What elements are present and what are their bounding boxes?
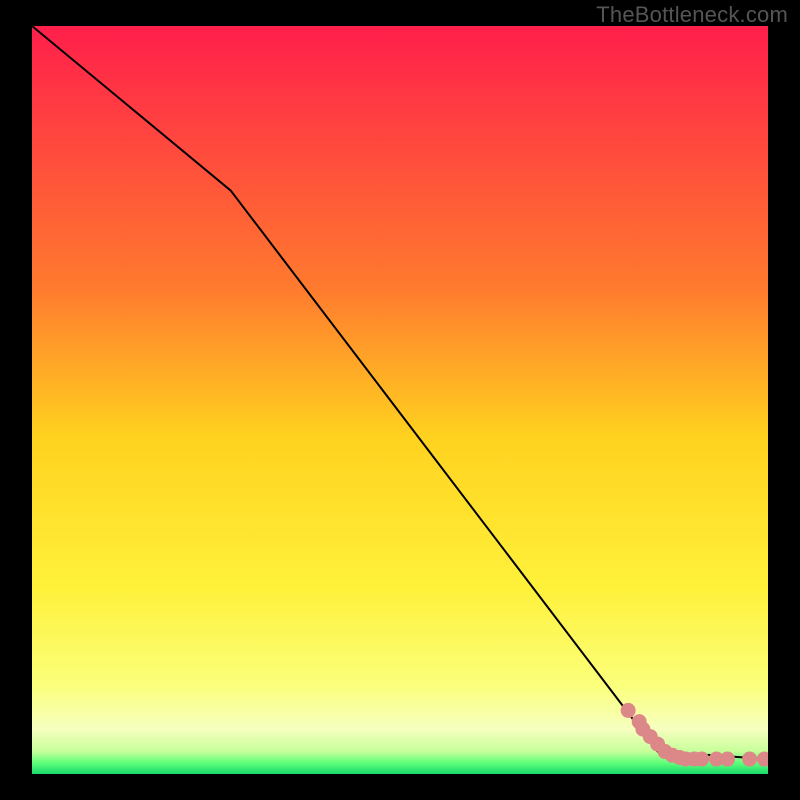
scatter-dot: [720, 752, 735, 767]
scatter-dot: [742, 752, 757, 767]
chart-svg: [32, 26, 768, 774]
scatter-dot: [621, 703, 636, 718]
gradient-background: [32, 26, 768, 774]
chart-frame: TheBottleneck.com: [0, 0, 800, 800]
scatter-dot: [694, 752, 709, 767]
chart-plot-area: [32, 26, 768, 774]
watermark-text: TheBottleneck.com: [596, 2, 788, 28]
